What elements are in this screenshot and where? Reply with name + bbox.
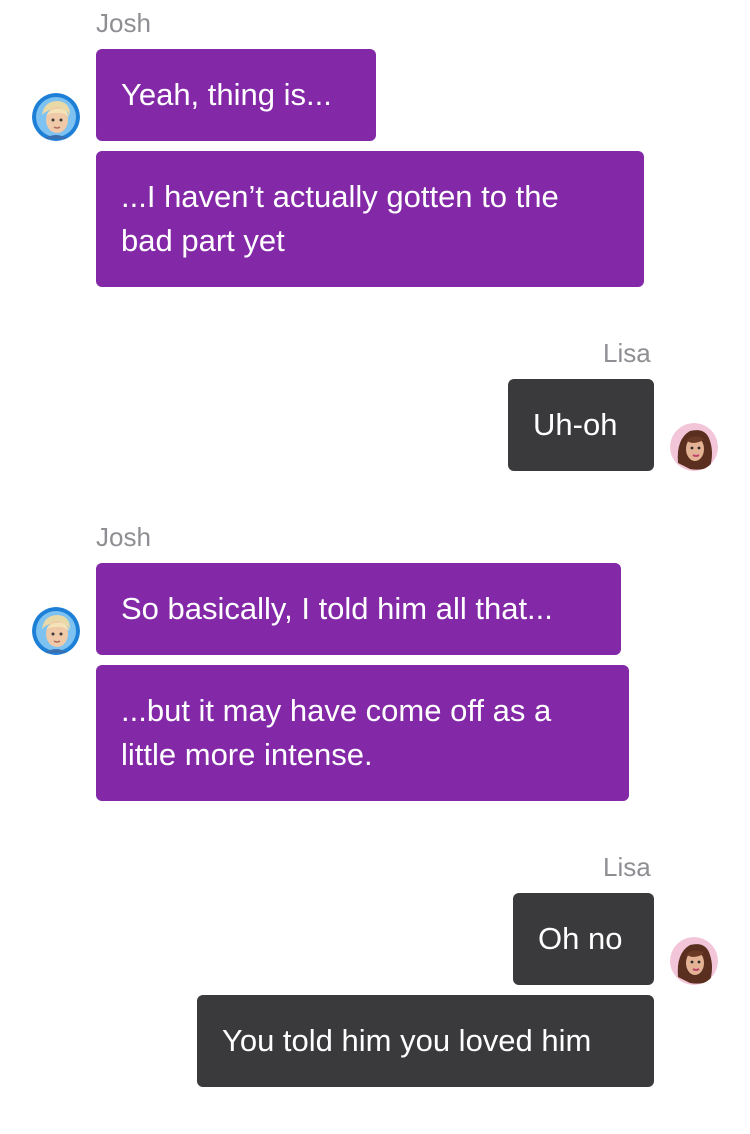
message-bubble[interactable]: Yeah, thing is... [96, 49, 376, 141]
sender-name-josh: Josh [96, 522, 151, 552]
sender-name-lisa: Lisa [603, 338, 651, 368]
josh-avatar-icon[interactable] [32, 93, 80, 141]
message-bubble[interactable]: So basically, I told him all that... [96, 563, 621, 655]
sender-name-josh: Josh [96, 8, 151, 38]
message-bubble[interactable]: Oh no [513, 893, 654, 985]
message-bubble[interactable]: ...I haven’t actually gotten to the bad … [96, 151, 644, 287]
message-bubble[interactable]: Uh-oh [508, 379, 654, 471]
lisa-avatar-icon[interactable] [670, 423, 718, 471]
message-bubble[interactable]: ...but it may have come off as a little … [96, 665, 629, 801]
josh-avatar-icon[interactable] [32, 607, 80, 655]
lisa-avatar-icon[interactable] [670, 937, 718, 985]
sender-name-lisa: Lisa [603, 852, 651, 882]
message-bubble[interactable]: You told him you loved him [197, 995, 654, 1087]
